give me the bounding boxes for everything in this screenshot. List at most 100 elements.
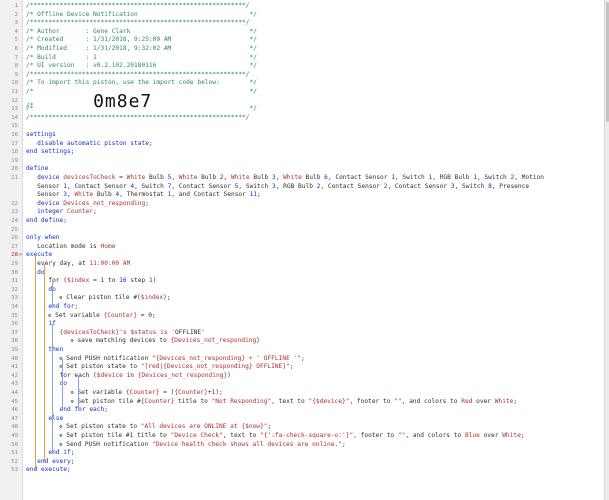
line-number: 34 — [11, 304, 18, 310]
line-number: 18 — [11, 149, 18, 156]
line-number: 1 — [14, 3, 18, 9]
line-number: 53 — [11, 467, 18, 474]
code-line[interactable]: Sensor 3, White Bulb 4, Thermostat 1, an… — [26, 191, 261, 200]
line-number: 29 — [11, 261, 18, 267]
code-line[interactable]: ⚙ Clear piston tile #($index); — [26, 294, 171, 303]
line-number: 13 — [11, 106, 18, 113]
code-line[interactable]: for ($index = 1 to 16 step 1) — [26, 277, 156, 286]
line-number: 19 — [11, 157, 18, 164]
code-line[interactable]: device devicesToCheck = White Bulb 5, Wh… — [26, 174, 544, 183]
line-number: 20 — [11, 166, 18, 173]
line-number: 41 — [11, 364, 18, 371]
code-line[interactable]: ⚙ Set piston state to "All devices are O… — [26, 423, 272, 432]
code-line[interactable]: execute — [26, 251, 52, 260]
line-number: 49 — [11, 433, 18, 439]
code-line[interactable]: do — [26, 380, 67, 389]
code-line[interactable]: end define; — [26, 217, 67, 226]
code-line[interactable]: device Devices_not_responding; — [26, 200, 149, 209]
line-number: 38 — [11, 338, 18, 345]
code-line[interactable]: /* Modified : 1/31/2018, 9:32:02 AM */ — [26, 45, 257, 54]
line-number: 14 — [11, 114, 18, 121]
line-number: 15 — [11, 123, 18, 130]
code-line[interactable]: /* Author : Gene Clark */ — [26, 28, 257, 37]
code-line[interactable]: ⚙ Send PUSH notification "Device health … — [26, 441, 346, 450]
indent-guide — [52, 281, 53, 307]
code-line[interactable]: end settings; — [26, 148, 74, 157]
line-number: 10 — [11, 80, 18, 87]
line-number: 45 — [11, 398, 18, 405]
indent-guide — [44, 264, 45, 462]
code-line[interactable]: Sensor 1, Contact Sensor 4, Switch 7, Co… — [26, 183, 529, 192]
code-line[interactable]: /* UI version : v0.2.102.20180116 */ — [26, 62, 257, 71]
line-number: 47 — [11, 415, 18, 422]
line-number: 43 — [11, 381, 18, 388]
code-line[interactable]: /* */ — [26, 105, 257, 114]
code-line[interactable]: ⚙ Set piston tile #{Counter} title to "N… — [26, 398, 517, 407]
code-line[interactable]: ⚙ Set variable {Counter} = ({Counter}+1)… — [26, 389, 223, 398]
line-number: 8 — [14, 63, 18, 70]
indent-guide — [62, 358, 63, 411]
line-number: 22 — [11, 200, 18, 207]
line-number: 6 — [14, 46, 18, 52]
code-line[interactable]: Location mode is Home — [26, 243, 115, 252]
code-line[interactable]: ⚙ Set piston state to "[red|{Devices_not… — [26, 363, 294, 372]
line-number: 33 — [11, 295, 18, 302]
code-line[interactable]: only when — [26, 234, 60, 243]
line-number: 32 — [11, 286, 18, 293]
code-line[interactable]: /* Build : 1 */ — [26, 54, 257, 63]
line-number: 4 — [14, 28, 18, 35]
code-line[interactable]: disable automatic piston state; — [26, 140, 153, 149]
line-number: 30 — [11, 269, 18, 276]
indent-guide — [52, 324, 53, 454]
breakpoint-marker[interactable]: > — [19, 251, 22, 260]
code-line[interactable]: ⚙ Send PUSH notification "{Devices_not_r… — [26, 355, 305, 364]
line-number: 50 — [11, 441, 18, 448]
code-line[interactable]: integer Counter; — [26, 208, 97, 217]
code-line[interactable]: ⚙ Set piston tile #1 title to "Device Ch… — [26, 432, 525, 441]
code-line[interactable]: for each ($device in {Devices_not_respon… — [26, 372, 231, 381]
line-number: 23 — [11, 209, 18, 216]
code-line[interactable]: /***************************************… — [26, 19, 250, 28]
code-line[interactable]: /* Created : 1/31/2018, 9:25:09 AM */ — [26, 36, 257, 45]
code-line[interactable]: define — [26, 165, 48, 174]
line-number: 12 — [11, 97, 18, 104]
code-line[interactable]: settings — [26, 131, 56, 140]
code-line[interactable]: end every; — [26, 458, 74, 467]
line-number: 51 — [11, 450, 18, 457]
code-line[interactable]: /***************************************… — [26, 71, 250, 80]
line-number: 42 — [11, 372, 18, 379]
line-number: 39 — [11, 347, 18, 353]
line-number: 24 — [11, 218, 18, 224]
code-line[interactable]: /* Offline Device Notification */ — [26, 11, 257, 20]
code-line[interactable]: end if; — [26, 449, 74, 458]
line-number: 17 — [11, 140, 18, 147]
line-number: 9 — [14, 71, 18, 78]
code-line[interactable]: /* To import this piston, use the import… — [26, 79, 257, 88]
code-line[interactable]: /***************************************… — [26, 2, 250, 11]
line-number: 48 — [11, 424, 18, 431]
code-line[interactable]: ⚙ save matching devices to {Devices_not_… — [26, 337, 260, 346]
line-number: 46 — [11, 407, 18, 414]
line-number: 11 — [11, 89, 18, 95]
line-number: 35 — [11, 312, 18, 319]
line-number: 25 — [11, 226, 18, 233]
code-line[interactable]: ⚙ Set variable {Counter} = 0; — [26, 312, 155, 321]
line-number: 36 — [11, 321, 18, 328]
line-number: 44 — [11, 390, 18, 396]
code-line[interactable]: end for each; — [26, 406, 108, 415]
code-line[interactable]: /***************************************… — [26, 114, 250, 123]
code-line[interactable]: end execute; — [26, 466, 71, 475]
line-number: 7 — [14, 54, 18, 61]
line-number: 52 — [11, 458, 18, 465]
line-number: 3 — [14, 20, 18, 27]
line-number-gutter: 1 2 3 4 5 6 7 8 9 10 11 12 13 14 15 16 17 18 19 20 21 22 23 24 2… — [0, 0, 23, 500]
line-number: 28 — [11, 252, 18, 259]
vertical-scrollbar[interactable] — [604, 0, 609, 500]
code-line[interactable]: every day, at 11:00:00 AM — [26, 260, 130, 269]
piston-code-editor[interactable]: 1 2 3 4 5 6 7 8 9 10 11 12 13 14 15 16 17 18 19 20 21 22 23 24 2… — [0, 0, 604, 500]
line-number: 26 — [11, 235, 18, 242]
indent-guide — [78, 375, 79, 411]
line-number: 5 — [14, 37, 18, 44]
line-number: 27 — [11, 243, 18, 250]
line-number: 31 — [11, 278, 18, 285]
